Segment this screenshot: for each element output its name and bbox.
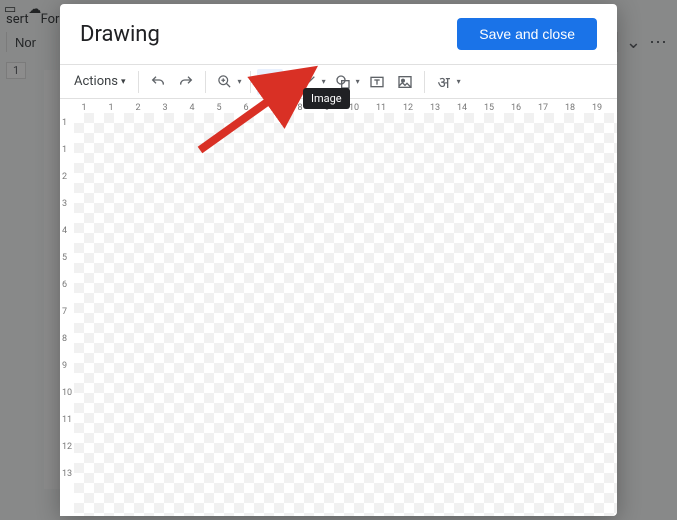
- save-and-close-button[interactable]: Save and close: [457, 18, 597, 50]
- select-tool[interactable]: [257, 69, 283, 95]
- image-tooltip: Image: [303, 88, 350, 109]
- undo-button[interactable]: [145, 69, 171, 95]
- zoom-button[interactable]: [212, 69, 238, 95]
- drawing-canvas[interactable]: [74, 113, 617, 516]
- language-dropdown-icon[interactable]: ▾: [457, 77, 461, 86]
- language-tool[interactable]: अ: [431, 69, 457, 95]
- line-dropdown-icon[interactable]: ▾: [322, 77, 326, 86]
- textbox-tool[interactable]: [364, 69, 390, 95]
- drawing-modal: Drawing Save and close Actions ▾ ▾ ▾ ▾ अ…: [60, 4, 617, 516]
- redo-button[interactable]: [173, 69, 199, 95]
- modal-title: Drawing: [80, 22, 160, 47]
- ruler-vertical: 1 1 2 3 4 5 6 7 8 9 10 11 12 13: [60, 99, 74, 516]
- actions-dropdown[interactable]: Actions ▾: [68, 70, 132, 93]
- shape-dropdown-icon[interactable]: ▾: [356, 77, 360, 86]
- image-tool[interactable]: [392, 69, 418, 95]
- zoom-dropdown-icon[interactable]: ▾: [238, 77, 242, 86]
